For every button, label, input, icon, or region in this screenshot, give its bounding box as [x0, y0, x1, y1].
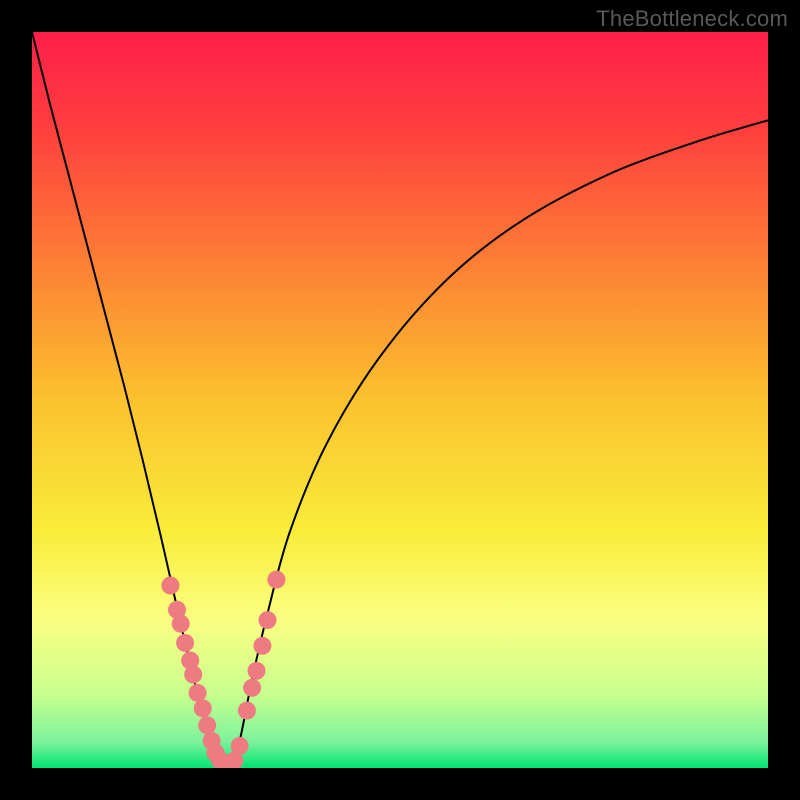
highlight-dots	[161, 571, 285, 768]
highlight-dot	[161, 577, 179, 595]
highlight-dot	[267, 571, 285, 589]
chart-frame: TheBottleneck.com	[0, 0, 800, 800]
curve-layer	[32, 32, 768, 768]
highlight-dot	[176, 634, 194, 652]
highlight-dot	[231, 737, 249, 755]
highlight-dot	[253, 637, 271, 655]
highlight-dot	[248, 662, 266, 680]
highlight-dot	[259, 611, 277, 629]
plot-area	[32, 32, 768, 768]
watermark-text: TheBottleneck.com	[596, 6, 788, 32]
highlight-dot	[184, 666, 202, 684]
highlight-dot	[198, 716, 216, 734]
highlight-dot	[238, 702, 256, 720]
highlight-dot	[172, 615, 190, 633]
highlight-dot	[243, 679, 261, 697]
highlight-dot	[189, 684, 207, 702]
highlight-dot	[194, 699, 212, 717]
bottleneck-curve	[32, 32, 768, 768]
